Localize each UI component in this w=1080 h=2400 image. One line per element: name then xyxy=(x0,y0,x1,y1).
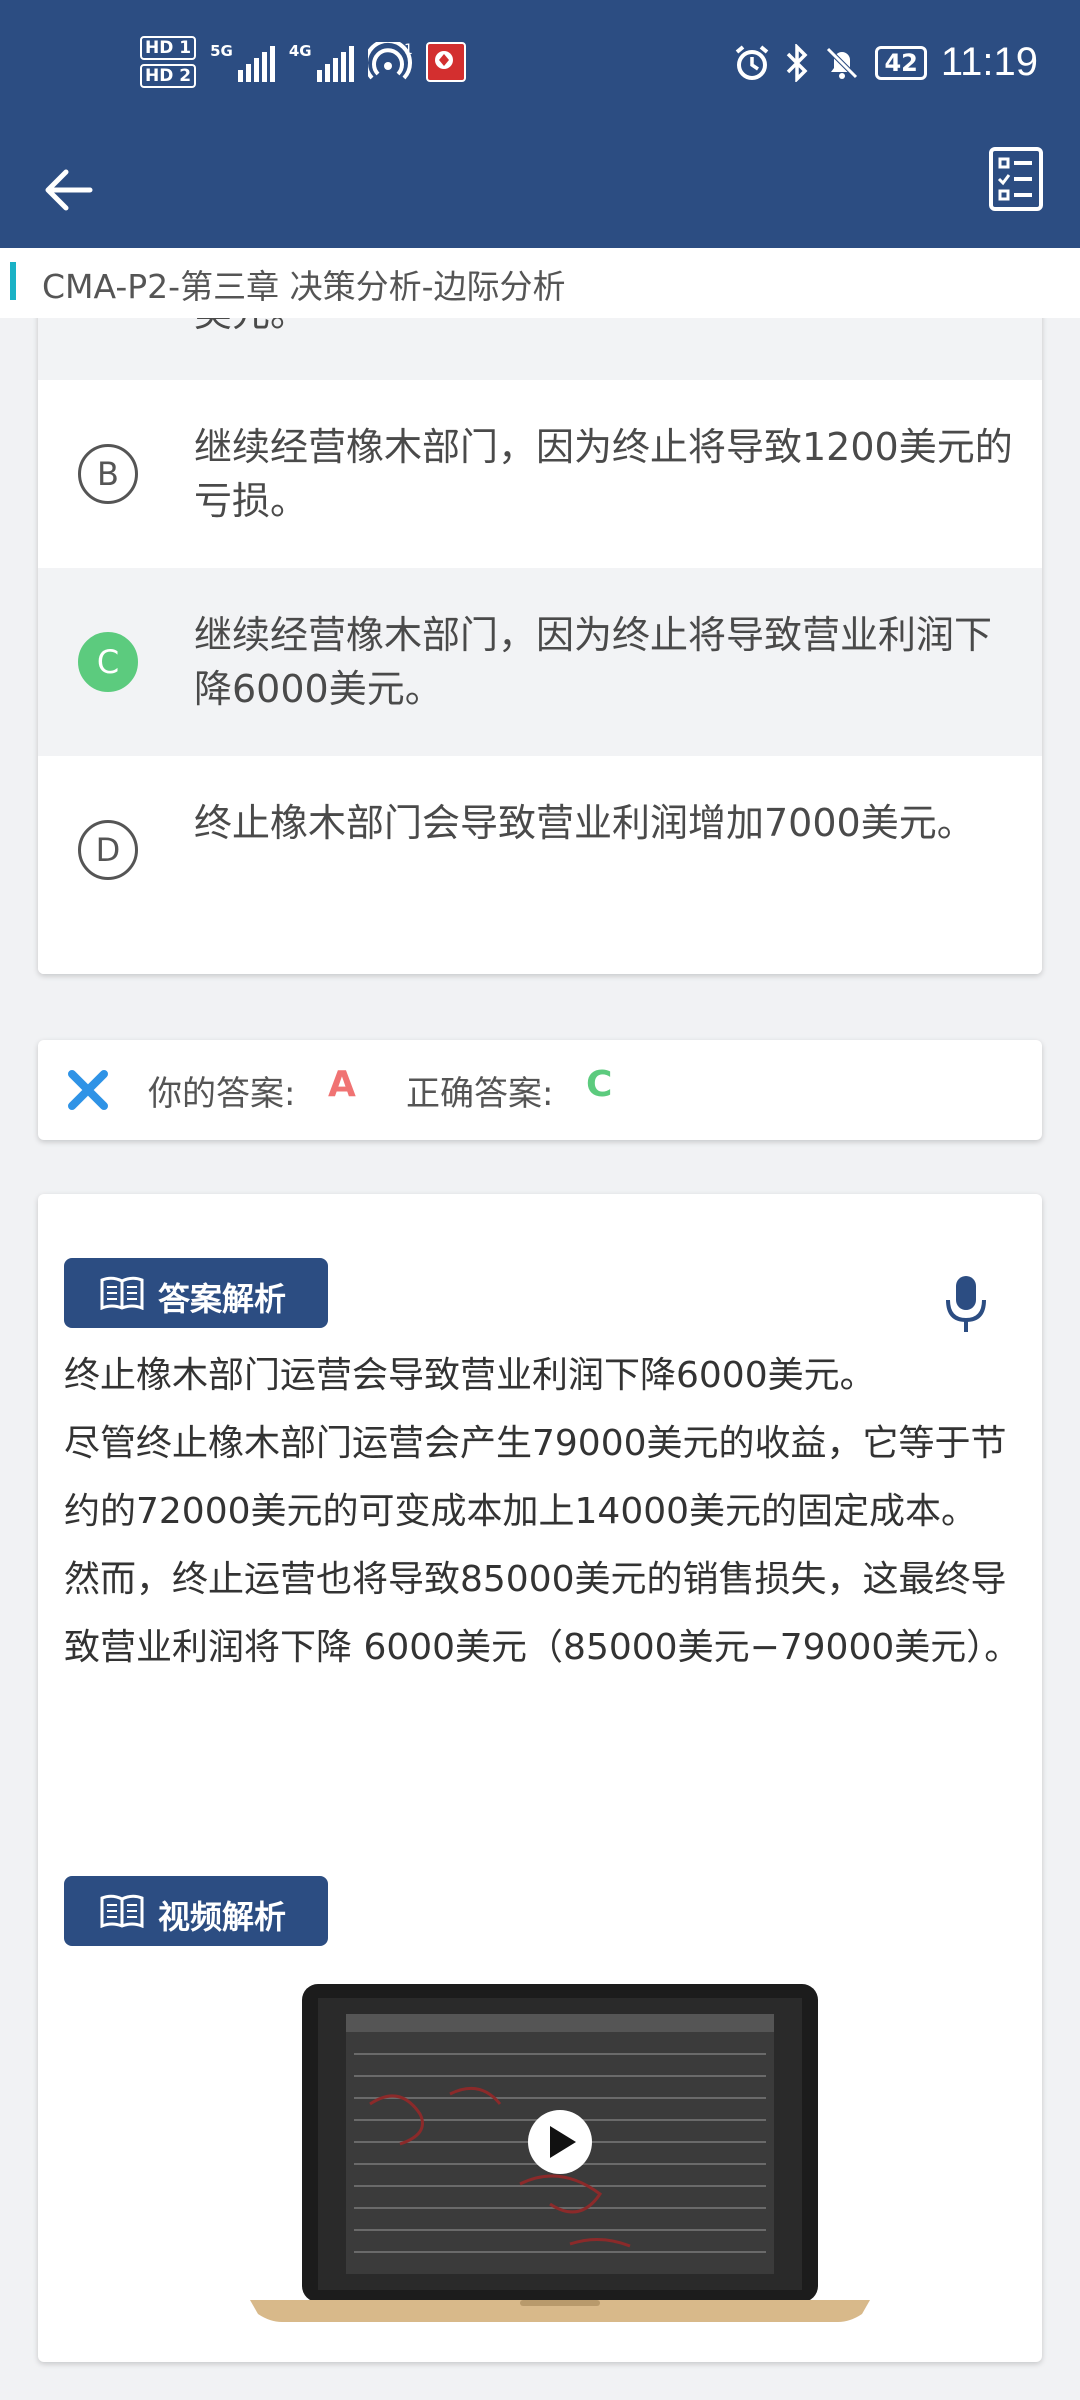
battery-indicator: 42 xyxy=(875,45,927,80)
svg-text:1: 1 xyxy=(404,42,412,58)
option-b-text: 继续经营橡木部门，因为终止将导致1200美元的亏损。 xyxy=(194,425,1013,523)
analysis-paragraph: 尽管终止橡木部门运营会产生79000美元的收益，它等于节约的72000美元的可变… xyxy=(64,1423,1021,1668)
hd-indicator-2: HD 2 xyxy=(140,64,197,88)
video-analysis-label: 视频解析 xyxy=(158,1898,287,1936)
option-d-text: 终止橡木部门会导致营业利润增加7000美元。 xyxy=(194,801,975,845)
correct-answer-label: 正确答案: xyxy=(406,1074,554,1114)
alarm-icon xyxy=(736,44,769,80)
chapter-breadcrumb: CMA-P2-第三章 决策分析-边际分析 xyxy=(0,248,1080,318)
wrong-x-icon xyxy=(68,1070,108,1110)
book-icon xyxy=(100,1276,144,1310)
option-d[interactable]: D 终止橡木部门会导致营业利润增加7000美元。 xyxy=(38,756,1042,974)
book-icon xyxy=(100,1894,144,1928)
option-d-badge: D xyxy=(78,820,138,880)
app-notification-icon xyxy=(425,42,466,82)
signal-4g-icon: 4G xyxy=(289,42,354,82)
breadcrumb-accent-bar xyxy=(10,262,16,300)
clock: 11:19 xyxy=(940,40,1038,84)
status-bar: HD 1 HD 2 5G 4G 1 42 11:19 xyxy=(0,0,1080,130)
options-card: A 美元。 B 继续经营橡木部门，因为终止将导致1200美元的亏损。 C 继续经… xyxy=(38,270,1042,974)
option-c-badge: C xyxy=(78,632,138,692)
video-analysis-button[interactable]: 视频解析 xyxy=(64,1876,328,1946)
answer-analysis-label: 答案解析 xyxy=(158,1280,287,1318)
analysis-paragraph: 终止橡木部门运营会导致营业利润下降6000美元。 xyxy=(64,1355,876,1396)
answer-sheet-icon[interactable] xyxy=(988,146,1044,212)
option-c-text: 继续经营橡木部门，因为终止将导致营业利润下降6000美元。 xyxy=(194,613,993,711)
your-answer-value: A xyxy=(328,1064,356,1105)
app-toolbar xyxy=(0,130,1080,248)
signal-5g-icon: 5G xyxy=(210,42,275,82)
option-b-badge: B xyxy=(78,444,138,504)
option-b[interactable]: B 继续经营橡木部门，因为终止将导致1200美元的亏损。 xyxy=(38,380,1042,568)
bluetooth-icon xyxy=(787,43,808,82)
correct-answer-value: C xyxy=(586,1064,613,1105)
answer-result-card: 你的答案: A 正确答案: C xyxy=(38,1040,1042,1140)
hd-indicator-1: HD 1 xyxy=(140,36,197,60)
back-arrow-icon[interactable] xyxy=(40,160,100,220)
your-answer-label: 你的答案: xyxy=(148,1074,296,1114)
chapter-title: CMA-P2-第三章 决策分析-边际分析 xyxy=(42,267,566,306)
analysis-text: 终止橡木部门运营会导致营业利润下降6000美元。 尽管终止橡木部门运营会产生79… xyxy=(64,1342,1024,1682)
video-thumbnail[interactable] xyxy=(250,1984,870,2324)
analysis-card: 答案解析 终止橡木部门运营会导致营业利润下降6000美元。 尽管终止橡木部门运营… xyxy=(38,1194,1042,2362)
answer-analysis-button[interactable]: 答案解析 xyxy=(64,1258,328,1328)
hotspot-icon: 1 xyxy=(367,42,412,80)
option-c[interactable]: C 继续经营橡木部门，因为终止将导致营业利润下降6000美元。 xyxy=(38,568,1042,756)
mute-bell-icon xyxy=(826,46,859,79)
microphone-icon[interactable] xyxy=(944,1274,988,1334)
